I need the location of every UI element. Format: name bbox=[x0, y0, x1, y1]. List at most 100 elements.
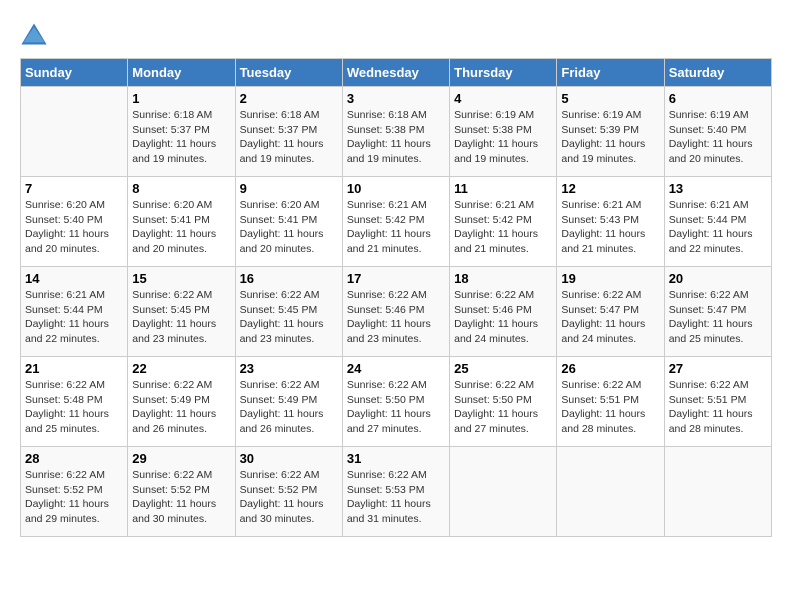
calendar-table: SundayMondayTuesdayWednesdayThursdayFrid… bbox=[20, 58, 772, 537]
day-info: Sunrise: 6:22 AMSunset: 5:51 PMDaylight:… bbox=[669, 378, 767, 437]
day-info: Sunrise: 6:22 AMSunset: 5:50 PMDaylight:… bbox=[454, 378, 552, 437]
day-info: Sunrise: 6:20 AMSunset: 5:41 PMDaylight:… bbox=[240, 198, 338, 257]
day-info: Sunrise: 6:20 AMSunset: 5:41 PMDaylight:… bbox=[132, 198, 230, 257]
day-number: 26 bbox=[561, 361, 659, 376]
header-day-thursday: Thursday bbox=[450, 59, 557, 87]
calendar-cell: 18 Sunrise: 6:22 AMSunset: 5:46 PMDayligh… bbox=[450, 267, 557, 357]
day-info: Sunrise: 6:19 AMSunset: 5:39 PMDaylight:… bbox=[561, 108, 659, 167]
day-number: 22 bbox=[132, 361, 230, 376]
week-row-3: 14 Sunrise: 6:21 AMSunset: 5:44 PMDayligh… bbox=[21, 267, 772, 357]
day-number: 31 bbox=[347, 451, 445, 466]
logo-icon bbox=[20, 20, 48, 48]
calendar-cell: 24Sunrise: 6:22 AMSunset: 5:50 PMDayligh… bbox=[342, 357, 449, 447]
day-info: Sunrise: 6:18 AMSunset: 5:37 PMDaylight:… bbox=[240, 108, 338, 167]
calendar-body: 1 Sunrise: 6:18 AMSunset: 5:37 PMDaylight… bbox=[21, 87, 772, 537]
day-number: 6 bbox=[669, 91, 767, 106]
day-number: 2 bbox=[240, 91, 338, 106]
day-info: Sunrise: 6:22 AMSunset: 5:45 PMDaylight:… bbox=[132, 288, 230, 347]
day-number: 4 bbox=[454, 91, 552, 106]
day-number: 1 bbox=[132, 91, 230, 106]
calendar-cell: 6 Sunrise: 6:19 AMSunset: 5:40 PMDaylight… bbox=[664, 87, 771, 177]
calendar-cell: 10 Sunrise: 6:21 AMSunset: 5:42 PMDayligh… bbox=[342, 177, 449, 267]
calendar-cell: 8 Sunrise: 6:20 AMSunset: 5:41 PMDaylight… bbox=[128, 177, 235, 267]
day-info: Sunrise: 6:22 AMSunset: 5:49 PMDaylight:… bbox=[132, 378, 230, 437]
header-row: SundayMondayTuesdayWednesdayThursdayFrid… bbox=[21, 59, 772, 87]
logo bbox=[20, 20, 52, 48]
calendar-cell: 14 Sunrise: 6:21 AMSunset: 5:44 PMDayligh… bbox=[21, 267, 128, 357]
calendar-cell: 19 Sunrise: 6:22 AMSunset: 5:47 PMDayligh… bbox=[557, 267, 664, 357]
day-info: Sunrise: 6:20 AMSunset: 5:40 PMDaylight:… bbox=[25, 198, 123, 257]
calendar-cell: 17Sunrise: 6:22 AMSunset: 5:46 PMDayligh… bbox=[342, 267, 449, 357]
day-info: Sunrise: 6:22 AMSunset: 5:47 PMDaylight:… bbox=[561, 288, 659, 347]
calendar-cell: 20 Sunrise: 6:22 AMSunset: 5:47 PMDayligh… bbox=[664, 267, 771, 357]
day-info: Sunrise: 6:22 AMSunset: 5:47 PMDaylight:… bbox=[669, 288, 767, 347]
calendar-cell: 30Sunrise: 6:22 AMSunset: 5:52 PMDayligh… bbox=[235, 447, 342, 537]
day-number: 9 bbox=[240, 181, 338, 196]
header-day-friday: Friday bbox=[557, 59, 664, 87]
day-number: 13 bbox=[669, 181, 767, 196]
day-number: 23 bbox=[240, 361, 338, 376]
calendar-cell: 5 Sunrise: 6:19 AMSunset: 5:39 PMDaylight… bbox=[557, 87, 664, 177]
day-number: 25 bbox=[454, 361, 552, 376]
calendar-header: SundayMondayTuesdayWednesdayThursdayFrid… bbox=[21, 59, 772, 87]
week-row-2: 7Sunrise: 6:20 AMSunset: 5:40 PMDaylight… bbox=[21, 177, 772, 267]
week-row-4: 21 Sunrise: 6:22 AMSunset: 5:48 PMDayligh… bbox=[21, 357, 772, 447]
day-info: Sunrise: 6:21 AMSunset: 5:42 PMDaylight:… bbox=[347, 198, 445, 257]
day-number: 11 bbox=[454, 181, 552, 196]
calendar-cell: 22 Sunrise: 6:22 AMSunset: 5:49 PMDayligh… bbox=[128, 357, 235, 447]
day-info: Sunrise: 6:19 AMSunset: 5:38 PMDaylight:… bbox=[454, 108, 552, 167]
calendar-cell: 29Sunrise: 6:22 AMSunset: 5:52 PMDayligh… bbox=[128, 447, 235, 537]
day-number: 21 bbox=[25, 361, 123, 376]
calendar-cell: 3Sunrise: 6:18 AMSunset: 5:38 PMDaylight… bbox=[342, 87, 449, 177]
calendar-cell: 12 Sunrise: 6:21 AMSunset: 5:43 PMDayligh… bbox=[557, 177, 664, 267]
calendar-cell bbox=[664, 447, 771, 537]
day-number: 5 bbox=[561, 91, 659, 106]
calendar-cell bbox=[21, 87, 128, 177]
day-number: 10 bbox=[347, 181, 445, 196]
day-number: 18 bbox=[454, 271, 552, 286]
header-day-sunday: Sunday bbox=[21, 59, 128, 87]
day-number: 3 bbox=[347, 91, 445, 106]
day-info: Sunrise: 6:22 AMSunset: 5:52 PMDaylight:… bbox=[25, 468, 123, 527]
day-number: 14 bbox=[25, 271, 123, 286]
day-number: 20 bbox=[669, 271, 767, 286]
header-day-monday: Monday bbox=[128, 59, 235, 87]
day-info: Sunrise: 6:21 AMSunset: 5:44 PMDaylight:… bbox=[669, 198, 767, 257]
day-info: Sunrise: 6:22 AMSunset: 5:46 PMDaylight:… bbox=[347, 288, 445, 347]
calendar-cell bbox=[450, 447, 557, 537]
day-info: Sunrise: 6:22 AMSunset: 5:51 PMDaylight:… bbox=[561, 378, 659, 437]
calendar-cell: 15Sunrise: 6:22 AMSunset: 5:45 PMDayligh… bbox=[128, 267, 235, 357]
day-number: 8 bbox=[132, 181, 230, 196]
week-row-5: 28 Sunrise: 6:22 AMSunset: 5:52 PMDayligh… bbox=[21, 447, 772, 537]
calendar-cell bbox=[557, 447, 664, 537]
header-day-tuesday: Tuesday bbox=[235, 59, 342, 87]
day-info: Sunrise: 6:18 AMSunset: 5:37 PMDaylight:… bbox=[132, 108, 230, 167]
day-number: 24 bbox=[347, 361, 445, 376]
day-info: Sunrise: 6:21 AMSunset: 5:44 PMDaylight:… bbox=[25, 288, 123, 347]
day-number: 29 bbox=[132, 451, 230, 466]
day-number: 30 bbox=[240, 451, 338, 466]
calendar-cell: 7Sunrise: 6:20 AMSunset: 5:40 PMDaylight… bbox=[21, 177, 128, 267]
week-row-1: 1 Sunrise: 6:18 AMSunset: 5:37 PMDaylight… bbox=[21, 87, 772, 177]
day-info: Sunrise: 6:22 AMSunset: 5:48 PMDaylight:… bbox=[25, 378, 123, 437]
calendar-cell: 13 Sunrise: 6:21 AMSunset: 5:44 PMDayligh… bbox=[664, 177, 771, 267]
calendar-cell: 4 Sunrise: 6:19 AMSunset: 5:38 PMDaylight… bbox=[450, 87, 557, 177]
day-info: Sunrise: 6:22 AMSunset: 5:53 PMDaylight:… bbox=[347, 468, 445, 527]
calendar-cell: 11Sunrise: 6:21 AMSunset: 5:42 PMDayligh… bbox=[450, 177, 557, 267]
day-number: 19 bbox=[561, 271, 659, 286]
day-number: 27 bbox=[669, 361, 767, 376]
day-info: Sunrise: 6:19 AMSunset: 5:40 PMDaylight:… bbox=[669, 108, 767, 167]
day-number: 28 bbox=[25, 451, 123, 466]
day-info: Sunrise: 6:22 AMSunset: 5:49 PMDaylight:… bbox=[240, 378, 338, 437]
day-info: Sunrise: 6:21 AMSunset: 5:43 PMDaylight:… bbox=[561, 198, 659, 257]
calendar-cell: 21 Sunrise: 6:22 AMSunset: 5:48 PMDayligh… bbox=[21, 357, 128, 447]
calendar-cell: 9 Sunrise: 6:20 AMSunset: 5:41 PMDaylight… bbox=[235, 177, 342, 267]
calendar-cell: 16Sunrise: 6:22 AMSunset: 5:45 PMDayligh… bbox=[235, 267, 342, 357]
calendar-cell: 28 Sunrise: 6:22 AMSunset: 5:52 PMDayligh… bbox=[21, 447, 128, 537]
calendar-cell: 1 Sunrise: 6:18 AMSunset: 5:37 PMDaylight… bbox=[128, 87, 235, 177]
header-day-saturday: Saturday bbox=[664, 59, 771, 87]
calendar-cell: 27 Sunrise: 6:22 AMSunset: 5:51 PMDayligh… bbox=[664, 357, 771, 447]
day-info: Sunrise: 6:22 AMSunset: 5:46 PMDaylight:… bbox=[454, 288, 552, 347]
day-number: 12 bbox=[561, 181, 659, 196]
calendar-cell: 25 Sunrise: 6:22 AMSunset: 5:50 PMDayligh… bbox=[450, 357, 557, 447]
